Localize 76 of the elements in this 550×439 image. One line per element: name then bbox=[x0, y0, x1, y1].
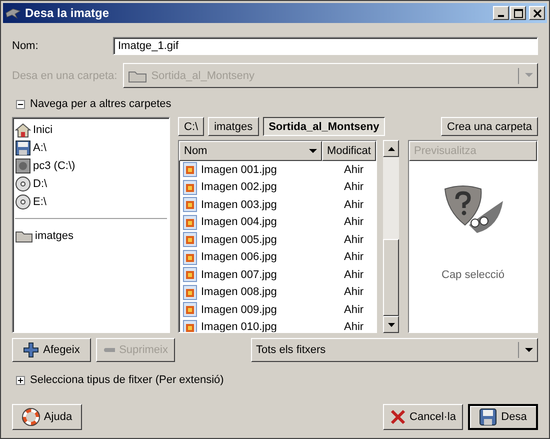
path-button[interactable]: C:\ bbox=[178, 117, 204, 136]
folder-icon bbox=[128, 68, 148, 82]
file-name[interactable]: Imagen 006.jpg bbox=[201, 251, 277, 264]
image-file-icon bbox=[183, 162, 197, 178]
place-item[interactable]: pc3 (C:\) bbox=[15, 157, 167, 175]
modified-date: Ahir bbox=[344, 234, 364, 246]
filter-combo[interactable]: Tots els fitxers bbox=[251, 338, 538, 362]
file-name[interactable]: Imagen 007.jpg bbox=[201, 268, 277, 281]
place-item[interactable]: E:\ bbox=[15, 193, 167, 211]
image-file-icon bbox=[183, 197, 197, 212]
modified-date: Ahir bbox=[344, 268, 364, 281]
file-name[interactable]: Imagen 003.jpg bbox=[201, 198, 277, 211]
place-item[interactable]: Inici bbox=[15, 121, 167, 139]
down-arrow-icon bbox=[388, 322, 394, 326]
scrollbar[interactable] bbox=[383, 140, 399, 333]
disc-icon bbox=[15, 194, 31, 210]
maximize-icon bbox=[514, 8, 522, 18]
modified-date: Ahir bbox=[344, 164, 364, 176]
app-icon bbox=[5, 7, 21, 19]
file-name[interactable]: Imagen 002.jpg bbox=[201, 181, 277, 194]
file-name[interactable]: Imagen 008.jpg bbox=[201, 286, 277, 298]
modified-date: Ahir bbox=[344, 251, 364, 264]
image-file-icon bbox=[183, 267, 197, 282]
house-icon bbox=[15, 122, 31, 138]
close-icon bbox=[532, 8, 542, 18]
dialog-button[interactable]: Cancel·la bbox=[382, 404, 463, 430]
image-file-icon bbox=[183, 320, 197, 332]
caret-icon bbox=[525, 73, 533, 78]
image-file-icon bbox=[183, 302, 197, 318]
file-name[interactable]: Imagen 005.jpg bbox=[201, 234, 277, 246]
path-button[interactable]: Sortida_al_Montseny bbox=[262, 117, 386, 136]
window-title: Desa la imatge bbox=[25, 6, 110, 20]
image-file-icon bbox=[183, 180, 197, 195]
plus-icon bbox=[23, 342, 40, 358]
column-header[interactable]: Modificat bbox=[322, 141, 376, 161]
modified-date: Ahir bbox=[344, 198, 364, 211]
up-arrow-icon bbox=[388, 146, 394, 150]
sort-arrow-icon bbox=[308, 148, 317, 154]
preview-caption: Cap selecció bbox=[442, 269, 504, 281]
add-button[interactable]: Afegeix bbox=[12, 338, 91, 362]
column-header[interactable]: Nom bbox=[179, 141, 322, 161]
name-label: Nom: bbox=[12, 40, 40, 52]
modified-date: Ahir bbox=[344, 216, 364, 228]
disc-icon bbox=[15, 176, 31, 192]
modified-date: Ahir bbox=[344, 321, 364, 332]
cross-icon bbox=[390, 409, 406, 425]
modified-date: Ahir bbox=[344, 304, 364, 316]
floppy-icon bbox=[479, 408, 498, 426]
dialog-button[interactable]: Ajuda bbox=[12, 404, 82, 430]
folder-icon bbox=[15, 229, 33, 243]
modified-date: Ahir bbox=[344, 286, 364, 298]
minimize-icon bbox=[498, 15, 504, 17]
create-folder-button[interactable]: Crea una carpeta bbox=[441, 117, 538, 136]
bookmark-item[interactable]: imatges bbox=[15, 227, 167, 245]
maximize-button[interactable] bbox=[510, 6, 526, 20]
filetype-expander[interactable]: Selecciona tipus de fitxer (Per extensió) bbox=[16, 374, 538, 386]
place-item[interactable]: A:\ bbox=[15, 139, 167, 157]
dialog-button[interactable]: Desa bbox=[468, 404, 538, 430]
name-input[interactable]: Imatge_1.gif bbox=[113, 37, 538, 55]
modified-date: Ahir bbox=[344, 181, 364, 194]
image-file-icon bbox=[183, 250, 197, 265]
browse-expander[interactable]: Navega per a altres carpetes bbox=[16, 98, 538, 110]
file-name[interactable]: Imagen 004.jpg bbox=[201, 216, 277, 228]
image-file-icon bbox=[183, 284, 197, 300]
minimize-button[interactable] bbox=[493, 6, 509, 20]
floppy-icon bbox=[15, 140, 31, 156]
caret-icon bbox=[525, 348, 533, 352]
lifebuoy-icon bbox=[22, 408, 40, 426]
image-file-icon bbox=[183, 232, 197, 248]
harddisk-icon bbox=[15, 158, 31, 174]
close-button[interactable] bbox=[529, 6, 545, 20]
path-button[interactable]: imatges bbox=[208, 117, 259, 136]
image-file-icon bbox=[183, 214, 197, 230]
file-name[interactable]: Imagen 001.jpg bbox=[201, 164, 277, 176]
place-item[interactable]: D:\ bbox=[15, 175, 167, 193]
file-name[interactable]: Imagen 009.jpg bbox=[201, 304, 277, 316]
